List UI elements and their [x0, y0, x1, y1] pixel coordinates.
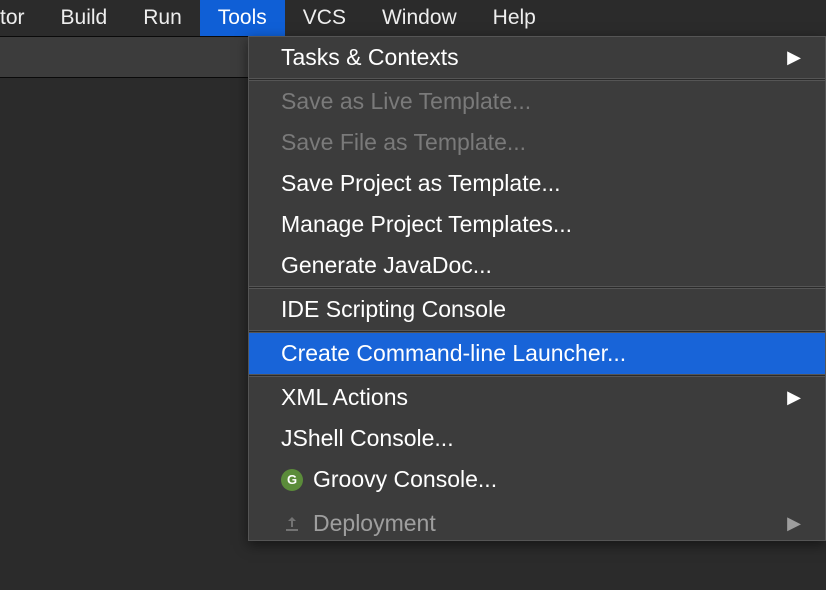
menu-tasks-contexts[interactable]: Tasks & Contexts ▶: [249, 37, 825, 78]
menu-generate-javadoc[interactable]: Generate JavaDoc...: [249, 245, 825, 286]
menu-manage-project-templates[interactable]: Manage Project Templates...: [249, 204, 825, 245]
menu-deployment[interactable]: Deployment ▶: [249, 500, 825, 540]
menu-item-label: JShell Console...: [281, 425, 454, 452]
menubar-item-window[interactable]: Window: [364, 0, 475, 36]
menubar-item-tools[interactable]: Tools: [200, 0, 285, 36]
menu-item-label: Deployment: [313, 510, 436, 537]
menu-ide-scripting-console[interactable]: IDE Scripting Console: [249, 289, 825, 330]
submenu-arrow-icon: ▶: [787, 513, 801, 534]
menu-item-label: Save as Live Template...: [281, 88, 531, 115]
menu-create-commandline-launcher[interactable]: Create Command-line Launcher...: [249, 333, 825, 374]
menu-item-label: Create Command-line Launcher...: [281, 340, 626, 367]
menu-xml-actions[interactable]: XML Actions ▶: [249, 377, 825, 418]
menu-item-label: Manage Project Templates...: [281, 211, 572, 238]
menu-item-label: Tasks & Contexts: [281, 44, 459, 71]
menubar-item-build[interactable]: Build: [43, 0, 126, 36]
menu-item-label: XML Actions: [281, 384, 408, 411]
menubar-item-help[interactable]: Help: [475, 0, 554, 36]
deploy-icon: [281, 513, 303, 535]
menu-save-project-template[interactable]: Save Project as Template...: [249, 163, 825, 204]
menu-save-file-template: Save File as Template...: [249, 122, 825, 163]
menubar-item-partial[interactable]: tor: [0, 0, 43, 36]
menu-item-label: Save File as Template...: [281, 129, 526, 156]
menu-groovy-console[interactable]: G Groovy Console...: [249, 459, 825, 500]
menubar-item-vcs[interactable]: VCS: [285, 0, 364, 36]
menu-save-live-template: Save as Live Template...: [249, 81, 825, 122]
menu-item-label: Save Project as Template...: [281, 170, 561, 197]
submenu-arrow-icon: ▶: [787, 47, 801, 68]
menu-item-label: Generate JavaDoc...: [281, 252, 492, 279]
menubar-item-run[interactable]: Run: [125, 0, 200, 36]
groovy-icon: G: [281, 469, 303, 491]
tools-dropdown: Tasks & Contexts ▶ Save as Live Template…: [248, 36, 826, 541]
menu-item-label: Groovy Console...: [313, 466, 497, 493]
menu-item-label: IDE Scripting Console: [281, 296, 506, 323]
menu-jshell-console[interactable]: JShell Console...: [249, 418, 825, 459]
submenu-arrow-icon: ▶: [787, 387, 801, 408]
menubar: tor Build Run Tools VCS Window Help: [0, 0, 826, 36]
